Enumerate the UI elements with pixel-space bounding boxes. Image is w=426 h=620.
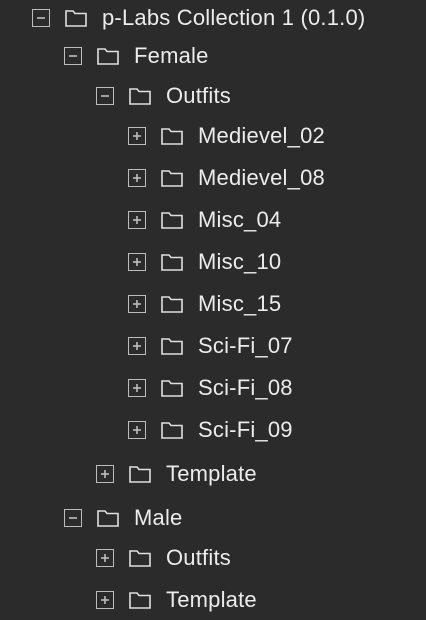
tree-node-label: Misc_15 [198,291,282,316]
tree-node-label: Sci-Fi_08 [198,375,293,400]
expand-toggle-icon[interactable] [96,591,114,609]
tree-node-outfit[interactable]: Misc_15 [128,286,281,322]
tree-node-male-template[interactable]: Template [96,582,257,618]
tree-node-outfit[interactable]: Sci-Fi_09 [128,412,293,448]
folder-icon [160,126,184,146]
folder-tree: p-Labs Collection 1 (0.1.0) Female Outfi… [0,0,426,620]
folder-icon [64,8,88,28]
tree-node-root[interactable]: p-Labs Collection 1 (0.1.0) [32,0,365,36]
expand-toggle-icon[interactable] [128,379,146,397]
expand-toggle-icon[interactable] [128,253,146,271]
tree-node-outfit[interactable]: Misc_10 [128,244,281,280]
tree-node-label: Outfits [166,83,231,108]
folder-icon [160,252,184,272]
tree-node-label: Sci-Fi_07 [198,333,293,358]
tree-node-female-template[interactable]: Template [96,456,257,492]
tree-node-label: Medievel_02 [198,123,325,148]
tree-node-label: Female [134,43,209,68]
tree-node-label: Male [134,505,183,530]
expand-toggle-icon[interactable] [128,421,146,439]
tree-node-outfit[interactable]: Sci-Fi_08 [128,370,293,406]
expand-toggle-icon[interactable] [96,465,114,483]
tree-node-outfit[interactable]: Sci-Fi_07 [128,328,293,364]
tree-node-outfit[interactable]: Medievel_08 [128,160,325,196]
tree-node-label: Medievel_08 [198,165,325,190]
folder-icon [160,420,184,440]
folder-icon [128,464,152,484]
folder-icon [96,46,120,66]
folder-icon [160,378,184,398]
folder-icon [128,548,152,568]
tree-node-label: Template [166,587,257,612]
expand-toggle-icon[interactable] [128,169,146,187]
tree-node-label: Misc_04 [198,207,282,232]
tree-node-label: Misc_10 [198,249,282,274]
collapse-toggle-icon[interactable] [32,9,50,27]
collapse-toggle-icon[interactable] [96,87,114,105]
expand-toggle-icon[interactable] [128,337,146,355]
folder-icon [96,508,120,528]
tree-node-male[interactable]: Male [64,500,183,536]
folder-icon [160,210,184,230]
tree-node-outfit[interactable]: Misc_04 [128,202,281,238]
expand-toggle-icon[interactable] [128,295,146,313]
tree-node-male-outfits[interactable]: Outfits [96,540,231,576]
tree-node-outfit[interactable]: Medievel_02 [128,118,325,154]
tree-node-label: Outfits [166,545,231,570]
tree-node-label: Template [166,461,257,486]
collapse-toggle-icon[interactable] [64,509,82,527]
expand-toggle-icon[interactable] [128,211,146,229]
folder-icon [128,86,152,106]
folder-icon [160,336,184,356]
tree-node-label: p-Labs Collection 1 (0.1.0) [102,5,366,30]
expand-toggle-icon[interactable] [128,127,146,145]
folder-icon [160,168,184,188]
tree-node-female-outfits[interactable]: Outfits [96,78,231,114]
tree-node-label: Sci-Fi_09 [198,417,293,442]
expand-toggle-icon[interactable] [96,549,114,567]
folder-icon [128,590,152,610]
folder-icon [160,294,184,314]
tree-node-female[interactable]: Female [64,38,209,74]
collapse-toggle-icon[interactable] [64,47,82,65]
